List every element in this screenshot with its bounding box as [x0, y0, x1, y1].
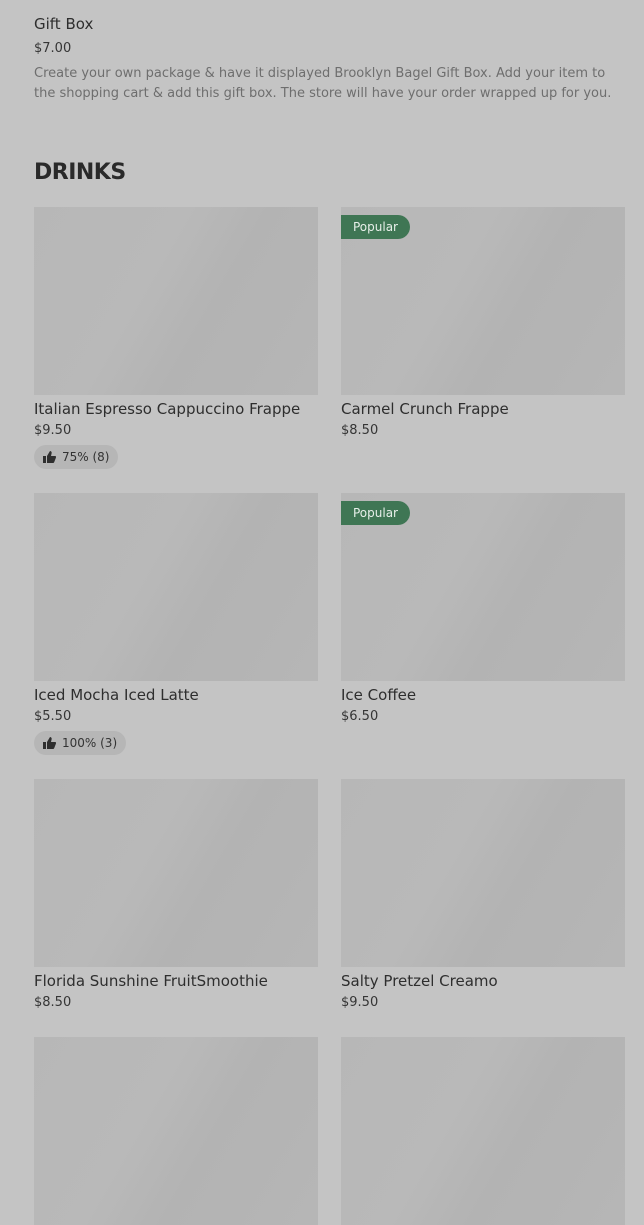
menu-item-card[interactable]: Florida Sunshine FruitSmoothie $8.50: [34, 779, 318, 1011]
menu-item-price: $5.50: [34, 709, 72, 724]
menu-item-price: $9.50: [341, 995, 379, 1010]
menu-item-image: [34, 493, 318, 681]
gift-box-description: Create your own package & have it displa…: [34, 66, 612, 101]
thumbs-up-icon: [43, 451, 56, 463]
rating-text: 100% (3): [62, 736, 118, 750]
menu-item-name: Salty Pretzel Creamo: [341, 972, 498, 990]
menu-item-price: $8.50: [34, 995, 72, 1010]
menu-item-card[interactable]: Italian Espresso Cappuccino Frappe $9.50…: [34, 207, 318, 469]
menu-item-image: [34, 779, 318, 967]
popular-badge: Popular: [341, 501, 410, 525]
gift-box-item[interactable]: Gift Box $7.00 Create your own package &…: [34, 14, 624, 104]
popular-badge: Popular: [341, 215, 410, 239]
menu-item-name: Italian Espresso Cappuccino Frappe: [34, 400, 301, 418]
section-title-drinks: DRINKS: [34, 160, 126, 185]
menu-item-name: Ice Coffee: [341, 686, 417, 704]
menu-item-image: [34, 207, 318, 395]
menu-item-image: [341, 1037, 625, 1225]
rating-text: 75% (8): [62, 450, 110, 464]
menu-item-image: [34, 1037, 318, 1225]
menu-item-card[interactable]: [34, 1037, 318, 1225]
menu-item-price: $9.50: [34, 423, 72, 438]
gift-box-title: Gift Box: [34, 15, 94, 33]
menu-item-card[interactable]: Salty Pretzel Creamo $9.50: [341, 779, 625, 1011]
menu-item-image: [341, 779, 625, 967]
menu-item-image: Popular: [341, 493, 625, 681]
rating-badge: 100% (3): [34, 731, 127, 755]
menu-item-card[interactable]: Popular Carmel Crunch Frappe $8.50: [341, 207, 625, 439]
rating-badge: 75% (8): [34, 445, 119, 469]
menu-item-card[interactable]: Popular Ice Coffee $6.50: [341, 493, 625, 725]
menu-item-card[interactable]: [341, 1037, 625, 1225]
menu-item-image: Popular: [341, 207, 625, 395]
menu-item-price: $8.50: [341, 423, 379, 438]
menu-item-price: $6.50: [341, 709, 379, 724]
thumbs-up-icon: [43, 737, 56, 749]
gift-box-price: $7.00: [34, 41, 72, 56]
menu-item-name: Carmel Crunch Frappe: [341, 400, 509, 418]
menu-item-name: Iced Mocha Iced Latte: [34, 686, 199, 704]
menu-item-card[interactable]: Iced Mocha Iced Latte $5.50 100% (3): [34, 493, 318, 755]
menu-item-name: Florida Sunshine FruitSmoothie: [34, 972, 268, 990]
